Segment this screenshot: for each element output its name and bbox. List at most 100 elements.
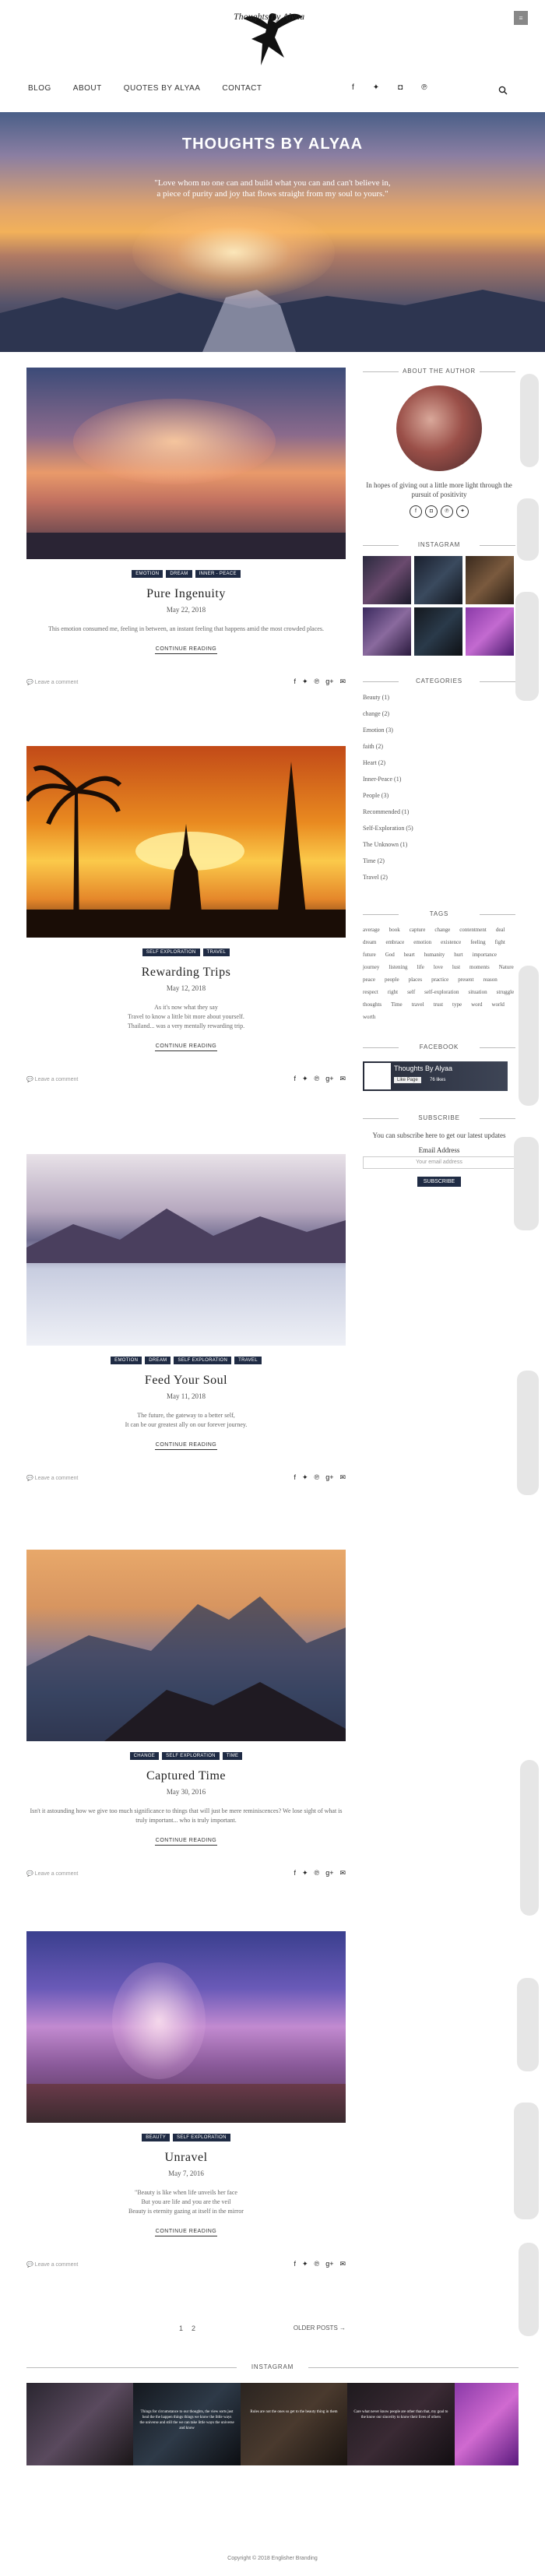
pinterest-icon[interactable]: ℗ [315,1869,320,1877]
tag-link[interactable]: TRAVEL [234,1357,262,1364]
footer-instagram-tile[interactable] [26,2383,134,2465]
older-posts-link[interactable]: OLDER POSTS → [294,2324,346,2331]
tag-cloud-item[interactable]: contentment [459,927,487,933]
email-icon[interactable]: ✉ [339,1869,346,1877]
twitter-icon[interactable]: ✦ [302,1075,308,1083]
tag-cloud-item[interactable]: reason [483,977,497,983]
pinterest-icon[interactable]: ℗ [421,83,427,92]
google-plus-icon[interactable]: g+ [325,1075,333,1083]
facebook-icon[interactable]: f [294,1075,296,1083]
nav-blog[interactable]: BLOG [28,84,51,93]
facebook-icon[interactable]: f [352,83,354,92]
footer-instagram-tile[interactable] [454,2383,519,2465]
category-item[interactable]: faith (2) [363,743,515,759]
email-icon[interactable]: ✉ [339,677,346,686]
tag-cloud-item[interactable]: word [471,1001,482,1008]
category-item[interactable]: Emotion (3) [363,727,515,743]
post-image[interactable] [26,746,346,938]
instagram-thumb[interactable] [363,607,411,656]
post-title[interactable]: Pure Ingenuity [26,587,346,601]
tag-cloud-item[interactable]: love [434,964,443,970]
tag-cloud-item[interactable]: world [492,1001,505,1008]
facebook-like-button[interactable]: Like Page [394,1077,421,1083]
tag-cloud-item[interactable]: humanity [424,952,445,958]
google-plus-icon[interactable]: g+ [325,2260,333,2268]
tag-cloud-item[interactable]: listening [389,964,407,970]
tag-cloud-item[interactable]: journey [363,964,379,970]
google-plus-icon[interactable]: g+ [325,677,333,686]
tag-link[interactable]: TIME [222,1752,243,1760]
leave-comment-link[interactable]: 💬 Leave a comment [26,2261,78,2268]
tag-cloud-item[interactable]: moments [469,964,490,970]
footer-instagram-tile[interactable]: Care what never know people are other th… [347,2383,455,2465]
tag-cloud-item[interactable]: fight [495,939,505,945]
tag-cloud-item[interactable]: heart [404,952,415,958]
instagram-thumb[interactable] [466,556,514,604]
leave-comment-link[interactable]: 💬 Leave a comment [26,679,78,685]
nav-about[interactable]: ABOUT [73,84,102,93]
continue-reading-link[interactable]: CONTINUE READING [155,1838,217,1846]
hamburger-menu-button[interactable]: ≡ [514,11,528,25]
tag-link[interactable]: INNER - PEACE [195,570,241,578]
instagram-icon[interactable]: ◘ [398,83,403,92]
instagram-thumb[interactable] [363,556,411,604]
tag-cloud-item[interactable]: situation [469,989,487,995]
footer-instagram-tile[interactable]: Things for circumstance to our thoughts,… [133,2383,241,2465]
post-image[interactable] [26,368,346,559]
category-item[interactable]: change (2) [363,710,515,727]
tag-link[interactable]: EMOTION [132,570,164,578]
post-title[interactable]: Unravel [26,2151,346,2165]
email-icon[interactable]: ✉ [339,1473,346,1482]
post-title[interactable]: Rewarding Trips [26,966,346,980]
nav-contact[interactable]: CONTACT [222,84,262,93]
facebook-icon[interactable]: f [294,2260,296,2268]
category-item[interactable]: The Unknown (1) [363,841,515,857]
facebook-page-box[interactable]: Thoughts By Alyaa Like Page 76 likes [363,1061,508,1091]
post-title[interactable]: Feed Your Soul [26,1374,346,1388]
leave-comment-link[interactable]: 💬 Leave a comment [26,1475,78,1481]
tag-link[interactable]: DREAM [166,570,192,578]
tag-link[interactable]: SELF EXPLORATION [162,1752,220,1760]
tag-cloud-item[interactable]: peace [363,977,375,983]
twitter-icon[interactable]: ✦ [373,83,379,92]
tag-cloud-item[interactable]: present [458,977,473,983]
facebook-icon[interactable]: f [410,505,422,518]
category-item[interactable]: Recommended (1) [363,808,515,825]
twitter-icon[interactable]: ✦ [302,677,308,686]
google-plus-icon[interactable]: g+ [325,1869,333,1877]
tag-link[interactable]: EMOTION [111,1357,142,1364]
tag-cloud-item[interactable]: trust [434,1001,443,1008]
tag-cloud-item[interactable]: capture [410,927,426,933]
tag-cloud-item[interactable]: self-exploration [424,989,459,995]
facebook-icon[interactable]: f [294,1869,296,1877]
email-icon[interactable]: ✉ [339,1075,346,1083]
twitter-icon[interactable]: ✦ [302,1869,308,1877]
tag-link[interactable]: SELF EXPLORATION [142,948,200,956]
tag-link[interactable]: CHANGE [129,1752,160,1760]
page-2-link[interactable]: 2 [192,2324,195,2332]
tag-cloud-item[interactable]: struggle [497,989,515,995]
tag-cloud-item[interactable]: feeling [470,939,485,945]
tag-cloud-item[interactable]: importance [473,952,498,958]
tag-cloud-item[interactable]: hurt [454,952,462,958]
tag-cloud-item[interactable]: respect [363,989,378,995]
email-icon[interactable]: ✉ [339,2260,346,2268]
tag-cloud-item[interactable]: lust [452,964,460,970]
email-input[interactable]: Your email address [363,1156,515,1169]
pinterest-icon[interactable]: ℗ [441,505,453,518]
tag-link[interactable]: BEAUTY [142,2134,171,2141]
tag-cloud-item[interactable]: right [388,989,398,995]
category-item[interactable]: People (3) [363,792,515,808]
subscribe-button[interactable]: SUBSCRIBE [417,1177,461,1187]
facebook-page-name[interactable]: Thoughts By Alyaa [394,1065,452,1072]
facebook-icon[interactable]: f [294,1473,296,1482]
tag-cloud-item[interactable]: life [417,964,424,970]
tag-cloud-item[interactable]: Time [391,1001,403,1008]
continue-reading-link[interactable]: CONTINUE READING [155,646,217,654]
tag-cloud-item[interactable]: type [452,1001,462,1008]
facebook-icon[interactable]: f [294,677,296,686]
instagram-icon[interactable]: ◘ [425,505,438,518]
tag-cloud-item[interactable]: worth [363,1014,375,1020]
google-plus-icon[interactable]: g+ [325,1473,333,1482]
tag-cloud-item[interactable]: self [407,989,415,995]
